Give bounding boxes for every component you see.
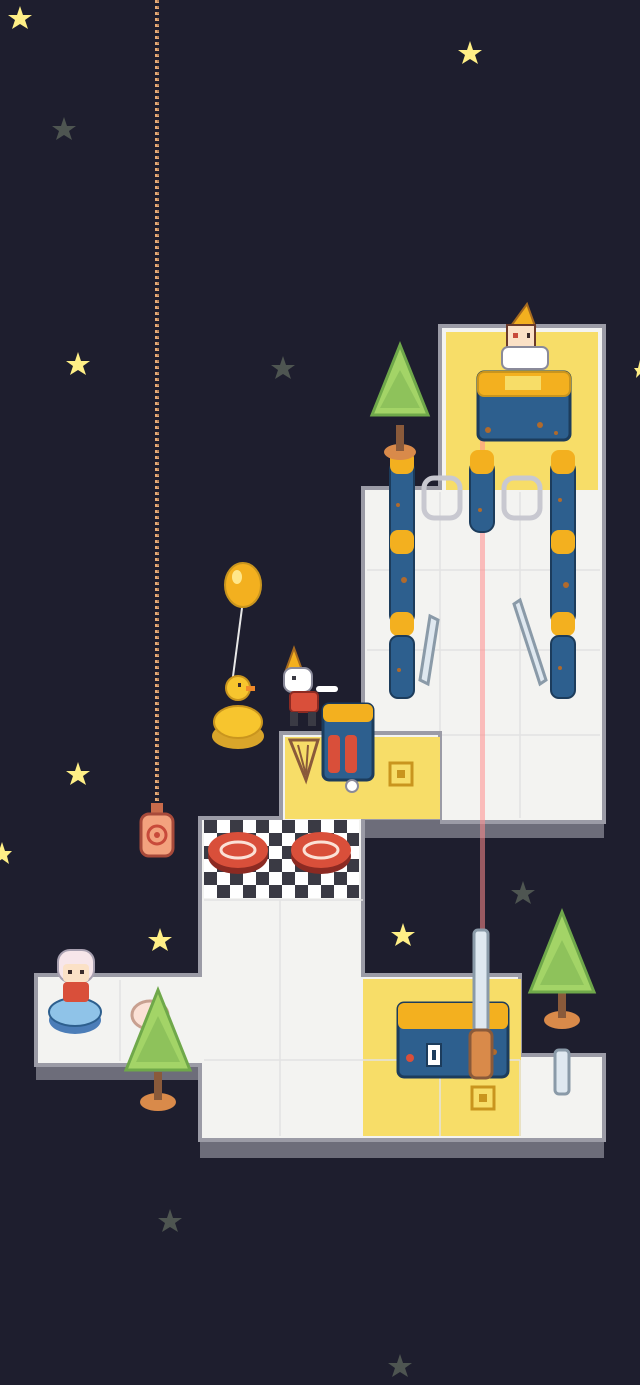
target-dot (154, 832, 160, 838)
pillar (550, 450, 576, 699)
pressure-button[interactable] (208, 832, 268, 874)
pressure-button[interactable] (291, 832, 351, 874)
pillar (389, 450, 415, 699)
game-scene[interactable] (0, 0, 640, 1385)
mirror[interactable] (553, 1048, 571, 1096)
bottle-cart[interactable] (321, 702, 375, 793)
top-machine[interactable] (476, 370, 572, 442)
laser-emitter[interactable] (468, 928, 494, 1080)
pillar (469, 450, 495, 533)
